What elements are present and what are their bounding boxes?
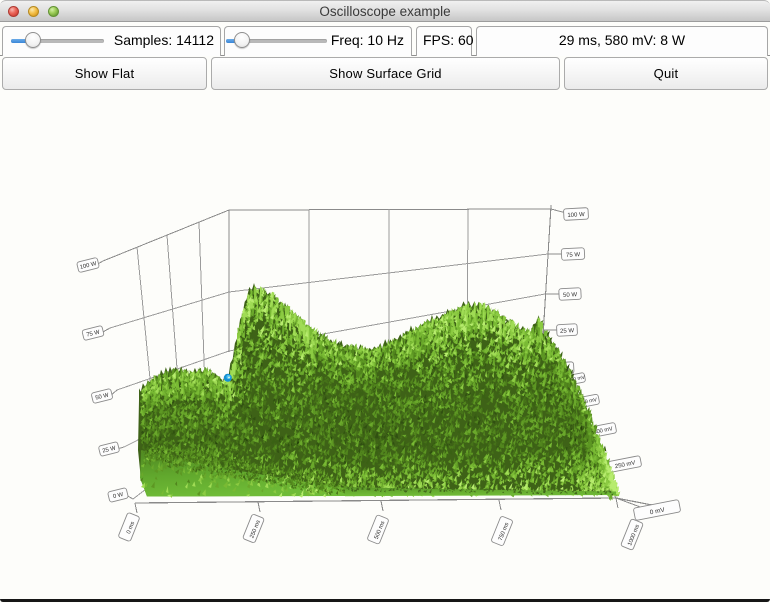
svg-text:50 W: 50 W — [563, 292, 578, 299]
svg-text:100 W: 100 W — [567, 212, 585, 219]
svg-text:25 W: 25 W — [560, 328, 575, 335]
svg-text:75 W: 75 W — [566, 252, 581, 259]
